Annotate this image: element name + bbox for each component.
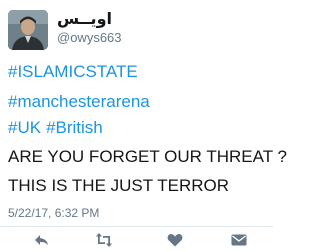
envelope-icon <box>231 234 247 246</box>
tweet-line-3: #UK #British <box>8 118 103 138</box>
hashtag-british[interactable]: #British <box>46 118 103 137</box>
tweet-timestamp[interactable]: 5/22/17, 6:32 PM <box>8 206 99 220</box>
tweet-actions-bar <box>0 229 273 251</box>
tweet-line-2: #manchesterarena <box>8 92 150 112</box>
display-name[interactable]: اويــس <box>57 11 112 29</box>
tweet-text-line: THIS IS THE JUST TERROR <box>8 176 230 195</box>
like-button[interactable] <box>166 231 184 249</box>
tweet-line-1: #ISLAMICSTATE <box>8 62 138 82</box>
divider <box>0 226 273 227</box>
hashtag-manchesterarena[interactable]: #manchesterarena <box>8 92 150 111</box>
user-handle[interactable]: @owys663 <box>57 30 122 46</box>
heart-icon <box>167 233 183 247</box>
reply-icon <box>35 235 48 245</box>
avatar[interactable] <box>8 10 48 50</box>
tweet-card: اويــس @owys663 #ISLAMICSTATE #mancheste… <box>0 0 287 252</box>
hashtag-uk[interactable]: #UK <box>8 118 41 137</box>
retweet-button[interactable] <box>95 231 113 249</box>
direct-message-button[interactable] <box>230 231 248 249</box>
reply-button[interactable] <box>33 231 51 249</box>
tweet-text-line: ARE YOU FORGET OUR THREAT ? <box>8 147 287 166</box>
hashtag-islamicstate[interactable]: #ISLAMICSTATE <box>8 62 138 81</box>
retweet-icon <box>96 233 112 247</box>
